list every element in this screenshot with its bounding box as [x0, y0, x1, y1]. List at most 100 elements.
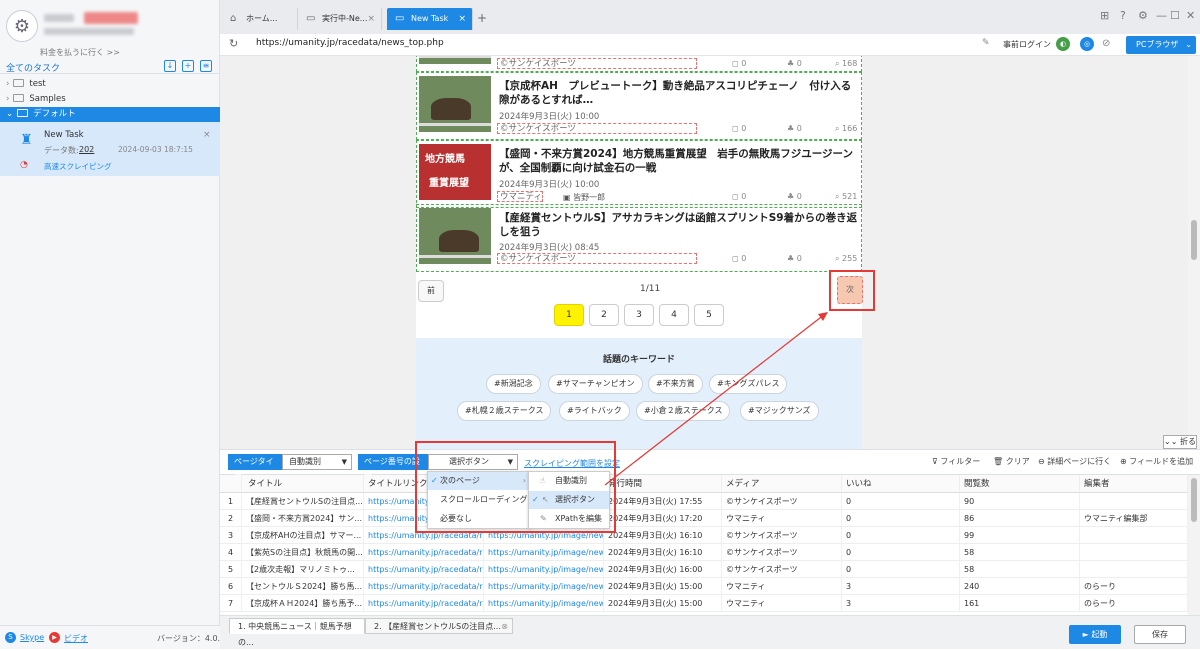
table-cell[interactable]: 3	[842, 578, 960, 595]
table-cell[interactable]: ©サンケイスポーツ	[722, 544, 842, 561]
tab-running[interactable]: ▭ 実行中-Ne... ×	[298, 8, 382, 30]
table-cell[interactable]: 58	[960, 561, 1080, 578]
table-cell[interactable]: ウマニティ編集部	[1080, 510, 1188, 527]
tab-home[interactable]: ⌂ ホーム...	[222, 8, 298, 30]
table-cell[interactable]: ウマニティ	[722, 595, 842, 612]
page-1-button[interactable]: 1	[554, 304, 584, 326]
import-icon[interactable]: ↓	[164, 60, 176, 72]
close-task-icon[interactable]: ×	[203, 130, 211, 140]
table-cell[interactable]: https://umanity.jp/image/news/s...	[484, 544, 604, 561]
clear-button[interactable]: 🗑 クリア	[993, 456, 1030, 467]
news-item-partial[interactable]: ©サンケイスポーツ ◻ 0 ♣ 0 ⌕ 168	[416, 56, 862, 72]
table-cell[interactable]: 【紫苑Sの注目点】秋競馬の開...	[242, 544, 364, 561]
keyword-tag[interactable]: #札幌２歳ステークス	[457, 401, 552, 421]
row-index[interactable]: 3	[220, 527, 242, 544]
ext-icon-blue[interactable]: ◎	[1080, 37, 1094, 51]
news-item[interactable]: 【京成杯AH プレビュートーク】動き絶品アスコリピチェーノ 付け入る隙があるとす…	[416, 72, 862, 140]
table-cell[interactable]: 【2歳次走報】マリノミトゥ...	[242, 561, 364, 578]
table-cell[interactable]: 【京成杯AHの注目点】サマー...	[242, 527, 364, 544]
table-cell[interactable]: のらーり	[1080, 595, 1188, 612]
task-name[interactable]: New Task	[44, 130, 84, 140]
close-tab-icon[interactable]: ⊗	[501, 619, 508, 635]
table-cell[interactable]: https://umanity.jp/racedata/race...	[364, 561, 484, 578]
bottom-tab-1[interactable]: 1. 中央競馬ニュース｜競馬予想の...	[229, 618, 365, 647]
table-cell[interactable]: 2024年9月3日(火) 15:00	[604, 595, 722, 612]
detail-page-button[interactable]: ⊖ 詳細ページに行く	[1038, 456, 1111, 467]
table-cell[interactable]: 161	[960, 595, 1080, 612]
web-scrollbar-thumb[interactable]	[1191, 220, 1197, 260]
table-cell[interactable]: ウマニティ	[722, 578, 842, 595]
new-task-icon[interactable]: +	[182, 60, 194, 72]
add-tab-icon[interactable]: +	[477, 11, 487, 25]
eye-off-icon[interactable]: ⊘	[1102, 38, 1110, 49]
table-scrollbar-thumb[interactable]	[1191, 478, 1197, 522]
refresh-icon[interactable]: ↻	[229, 37, 238, 50]
table-cell[interactable]: 0	[842, 544, 960, 561]
col-header[interactable]: いいね	[842, 475, 960, 493]
table-cell[interactable]	[1080, 527, 1188, 544]
table-cell[interactable]: 0	[842, 510, 960, 527]
add-field-button[interactable]: ⊕ フィールドを追加	[1120, 456, 1193, 467]
edit-icon[interactable]: ✎	[982, 38, 990, 48]
all-tasks-title[interactable]: 全てのタスク	[6, 61, 60, 74]
row-index[interactable]: 5	[220, 561, 242, 578]
start-button[interactable]: ► 起動	[1069, 625, 1121, 644]
keyword-tag[interactable]: #新潟記念	[486, 374, 541, 394]
fold-button[interactable]: ⌄⌄ 折る	[1163, 435, 1197, 449]
table-cell[interactable]: 86	[960, 510, 1080, 527]
table-cell[interactable]: 0	[842, 493, 960, 510]
table-cell[interactable]: のらーり	[1080, 578, 1188, 595]
table-cell[interactable]: ©サンケイスポーツ	[722, 493, 842, 510]
page-type-select[interactable]: 自動識別 ▼	[282, 454, 352, 470]
close-tab-icon[interactable]: ×	[458, 8, 466, 30]
table-cell[interactable]: 240	[960, 578, 1080, 595]
video-link[interactable]: ビデオ	[64, 633, 88, 644]
url-input[interactable]: https://umanity.jp/racedata/news_top.php	[256, 38, 444, 48]
news-item[interactable]: 地方競馬 重賞展望 【盛岡・不来方賞2024】地方競馬重賞展望 岩手の無敗馬フジ…	[416, 140, 862, 208]
skype-icon[interactable]: S	[5, 632, 16, 643]
row-index[interactable]: 2	[220, 510, 242, 527]
col-header[interactable]: 編集者	[1080, 475, 1188, 493]
table-cell[interactable]: 【産経賞セントウルSの注目点...	[242, 493, 364, 510]
pre-login-button[interactable]: 事前ログイン	[1003, 39, 1051, 50]
table-cell[interactable]: 58	[960, 544, 1080, 561]
table-cell[interactable]: 3	[842, 595, 960, 612]
table-cell[interactable]: 2024年9月3日(火) 16:10	[604, 544, 722, 561]
table-cell[interactable]: https://umanity.jp/racedata/race...	[364, 595, 484, 612]
video-icon[interactable]: ▶	[49, 632, 60, 643]
new-folder-icon[interactable]: ≡	[200, 60, 212, 72]
table-cell[interactable]: ウマニティ	[722, 510, 842, 527]
row-index[interactable]: 7	[220, 595, 242, 612]
table-cell[interactable]: 【盛岡・不来方賞2024】サン...	[242, 510, 364, 527]
col-header[interactable]: タイトル	[242, 475, 364, 493]
table-cell[interactable]	[1080, 544, 1188, 561]
filter-button[interactable]: ⊽ フィルター	[932, 456, 980, 467]
news-title[interactable]: 【産経賞セントウルS】アサカラキングは函館スプリントS9着からの巻き返しを狙う	[499, 211, 859, 239]
browser-select[interactable]: PCブラウザ ⌄	[1126, 36, 1196, 54]
save-button[interactable]: 保存	[1134, 625, 1186, 644]
col-header[interactable]: 閲覧数	[960, 475, 1080, 493]
row-index[interactable]: 4	[220, 544, 242, 561]
table-cell[interactable]	[1080, 561, 1188, 578]
minimize-icon[interactable]: —	[1156, 9, 1167, 22]
news-item[interactable]: 【産経賞セントウルS】アサカラキングは函館スプリントS9着からの巻き返しを狙う …	[416, 204, 862, 272]
table-cell[interactable]: https://umanity.jp/racedata/race...	[364, 578, 484, 595]
folder-test[interactable]: › test	[0, 77, 220, 92]
table-cell[interactable]: ©サンケイスポーツ	[722, 561, 842, 578]
row-index[interactable]: 1	[220, 493, 242, 510]
table-cell[interactable]: 2024年9月3日(火) 16:00	[604, 561, 722, 578]
table-cell[interactable]: 2024年9月3日(火) 16:10	[604, 527, 722, 544]
help-icon[interactable]: ?	[1120, 9, 1126, 22]
table-cell[interactable]: 99	[960, 527, 1080, 544]
prev-page-button[interactable]: 前	[418, 280, 444, 302]
table-cell[interactable]: https://umanity.jp/racedata/race...	[364, 544, 484, 561]
table-cell[interactable]: https://umanity.jp/image/news/s...	[484, 595, 604, 612]
table-cell[interactable]: 90	[960, 493, 1080, 510]
table-cell[interactable]	[1080, 493, 1188, 510]
table-cell[interactable]: 2024年9月3日(火) 15:00	[604, 578, 722, 595]
table-cell[interactable]: 2024年9月3日(火) 17:55	[604, 493, 722, 510]
folder-samples[interactable]: › Samples	[0, 92, 220, 107]
close-window-icon[interactable]: ✕	[1186, 9, 1195, 22]
tab-new-task[interactable]: ▭ New Task ×	[387, 8, 473, 30]
settings-icon[interactable]: ⚙	[1138, 9, 1148, 22]
